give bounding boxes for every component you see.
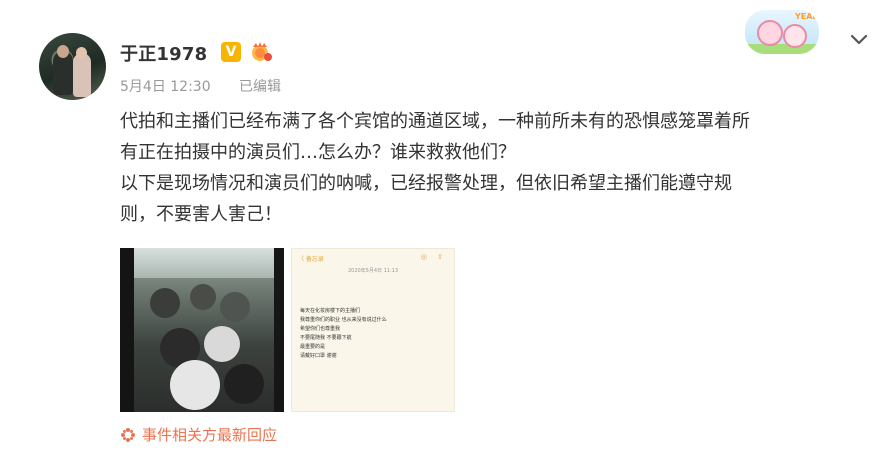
author-name[interactable]: 于正1978 <box>120 40 207 66</box>
flower-icon <box>121 427 135 442</box>
photo-crowd <box>170 360 220 410</box>
photo-edge <box>120 248 134 412</box>
mascot-sticker: YEAH! <box>745 10 819 54</box>
post-text-line: 代拍和主播们已经布满了各个宾馆的通道区域，一种前所未有的恐惧感笼罩着所 <box>120 111 750 132</box>
avatar[interactable] <box>39 33 106 100</box>
avatar-face <box>76 47 87 59</box>
memo-date: 2020年5月4日 11:13 <box>347 268 399 274</box>
memo-toolbar-icon: ◎ ⇧ <box>420 253 447 261</box>
sticker-grass <box>745 44 819 54</box>
verified-badge-icon[interactable]: V <box>221 42 241 62</box>
memo-line: 最重要的是 <box>300 344 326 350</box>
photo-sky <box>120 248 284 278</box>
post-timestamp[interactable]: 5月4日 12:30 <box>120 76 211 96</box>
memo-line: 希望你们也尊重我 <box>300 326 341 332</box>
post-image-memo[interactable]: 〈 备忘录 ◎ ⇧ 2020年5月4日 11:13 每天在化妆房楼下的主播们 我… <box>291 248 455 412</box>
photo-crowd <box>220 292 250 322</box>
post-text-line: 有正在拍摄中的演员们…怎么办？谁来救救他们？ <box>120 142 516 163</box>
sticker-text: YEAH! <box>795 12 819 21</box>
member-level-icon[interactable] <box>249 41 273 63</box>
avatar-face <box>57 45 69 58</box>
memo-line: 我尊重你们的职业 也从来没有说过什么 <box>300 317 387 323</box>
sticker-pig <box>783 24 807 48</box>
memo-body: 每天在化妆房楼下的主播们 我尊重你们的职业 也从来没有说过什么 希望你们也尊重我… <box>300 307 387 361</box>
avatar-figure <box>73 53 91 97</box>
post-image-crowd[interactable] <box>120 248 284 412</box>
related-response-text: 事件相关方最新回应 <box>142 426 278 444</box>
photo-crowd <box>224 364 264 404</box>
memo-line: 不要尾随我 不要跟下航 <box>300 335 352 341</box>
edited-label[interactable]: 已编辑 <box>239 76 281 96</box>
memo-line: 每天在化妆房楼下的主播们 <box>300 308 361 314</box>
weibo-post: 于正1978 V 5月4日 12:30 已编辑 YEAH! 代拍和主播们已经布满… <box>0 0 892 456</box>
post-text-line: 则，不要害人害己！ <box>120 204 282 225</box>
memo-line: 请戴好口罩 谢谢 <box>300 353 337 359</box>
photo-crowd <box>204 326 240 362</box>
post-content: 代拍和主播们已经布满了各个宾馆的通道区域，一种前所未有的恐惧感笼罩着所 有正在拍… <box>120 106 870 230</box>
memo-back-label: 〈 备忘录 <box>298 256 324 263</box>
photo-crowd <box>150 288 180 318</box>
photo-edge <box>274 248 284 412</box>
related-response-link[interactable]: 事件相关方最新回应 <box>120 424 277 445</box>
post-text-line: 以下是现场情况和演员们的呐喊，已经报警处理，但依旧希望主播们能遵守规 <box>120 173 732 194</box>
sticker-pig <box>757 20 783 46</box>
chevron-down-icon[interactable] <box>847 30 871 50</box>
photo-crowd <box>190 284 216 310</box>
